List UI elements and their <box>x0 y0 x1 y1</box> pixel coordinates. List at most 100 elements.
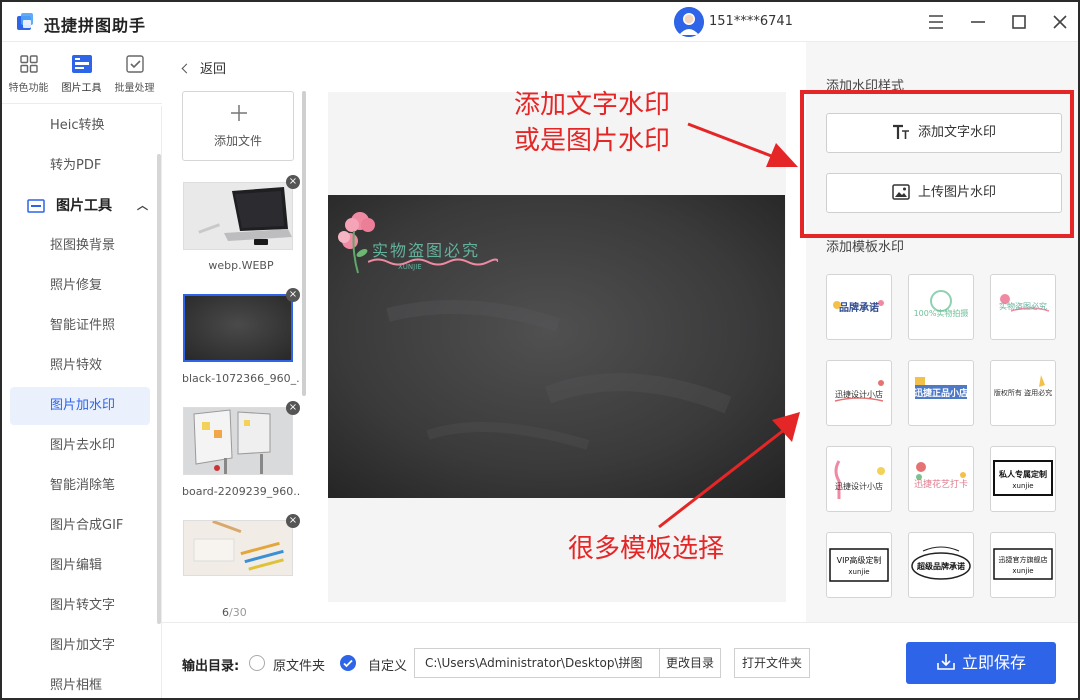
template-1-text: 品牌承诺 <box>839 303 879 314</box>
image-tool-icon <box>71 55 92 73</box>
watermark-template-9[interactable]: 私人专属定制 xunjie <box>990 446 1056 512</box>
sidebar-item-effects[interactable]: 照片特效 <box>10 347 150 385</box>
user-phone[interactable]: 151****6741 <box>709 14 793 29</box>
template-section-title: 添加模板水印 <box>826 240 905 255</box>
sidebar-item-add-text[interactable]: 图片加文字 <box>10 627 150 665</box>
annotation-top-line2: 或是图片水印 <box>514 126 671 156</box>
sidebar-item-edit[interactable]: 图片编辑 <box>10 547 150 585</box>
sidebar-group-label: 图片工具 <box>56 198 112 214</box>
maximize-icon[interactable] <box>1007 10 1031 34</box>
tab-batch[interactable]: 批量处理 <box>108 42 161 104</box>
change-directory-button[interactable]: 更改目录 <box>659 648 721 678</box>
file-thumb-1[interactable] <box>183 182 293 250</box>
watermark-template-8[interactable]: 迅捷花艺打卡 <box>908 446 974 512</box>
title-bar: 迅捷拼图助手 151****6741 <box>2 2 1078 42</box>
sidebar-item-id-photo[interactable]: 智能证件照 <box>10 307 150 345</box>
watermark-template-6[interactable]: 版权所有 盗用必究 <box>990 360 1056 426</box>
sidebar-item-ocr[interactable]: 图片转文字 <box>10 587 150 625</box>
tab-features-label: 特色功能 <box>8 83 49 94</box>
watermark-subtext: XUNJIE <box>398 263 422 271</box>
close-icon[interactable] <box>1048 10 1072 34</box>
style-section-title: 添加水印样式 <box>826 79 905 94</box>
sidebar-item-heic[interactable]: Heic转换 <box>10 107 150 145</box>
remove-file-2-icon[interactable]: × <box>286 288 300 302</box>
watermark-template-12[interactable]: 迅捷官方旗舰店 xunjie <box>990 532 1056 598</box>
add-text-watermark-label: 添加文字水印 <box>917 125 996 140</box>
template-12-text: 迅捷官方旗舰店 <box>998 556 1048 564</box>
blackboard-photo-thumbnail <box>185 296 291 360</box>
upload-image-watermark-button[interactable]: 上传图片水印 <box>826 173 1062 213</box>
template-7-art <box>834 460 885 499</box>
minimize-icon[interactable] <box>966 10 990 34</box>
user-avatar[interactable] <box>674 7 704 37</box>
batch-icon <box>125 55 144 73</box>
save-now-button[interactable]: 立即保存 <box>906 642 1056 684</box>
radio-custom-folder[interactable] <box>340 655 356 671</box>
file-name-2: black-1072366_960_... <box>182 372 300 385</box>
file-thumb-2[interactable] <box>183 294 293 362</box>
watermark-template-4[interactable]: 迅捷设计小店 <box>826 360 892 426</box>
sidebar-item-cutout[interactable]: 抠图换背景 <box>10 227 150 265</box>
app-window: 迅捷拼图助手 151****6741 特色功能 图片工具 批量处理 Heic转换… <box>0 0 1080 700</box>
watermark-template-7[interactable]: 迅捷设计小店 <box>826 446 892 512</box>
file-thumb-4[interactable] <box>183 520 293 576</box>
radio-original-folder[interactable] <box>249 655 265 671</box>
annotation-bottom: 很多模板选择 <box>568 534 725 564</box>
back-link[interactable]: 返回 <box>180 58 226 77</box>
tab-image-tools[interactable]: 图片工具 <box>55 42 108 104</box>
remove-file-3-icon[interactable]: × <box>286 401 300 415</box>
template-12-subtext: xunjie <box>1012 567 1034 575</box>
sidebar-item-repair[interactable]: 照片修复 <box>10 267 150 305</box>
remove-file-1-icon[interactable]: × <box>286 175 300 189</box>
file-name-1: webp.WEBP <box>208 259 274 272</box>
grid-icon <box>19 55 38 73</box>
menu-icon[interactable] <box>924 10 948 34</box>
app-title: 迅捷拼图助手 <box>44 16 147 35</box>
sidebar-item-remove-watermark[interactable]: 图片去水印 <box>10 427 150 465</box>
save-now-label: 立即保存 <box>961 653 1026 672</box>
watermark-template-10[interactable]: VIP高级定制 xunjie <box>826 532 892 598</box>
check-icon <box>343 659 353 668</box>
remove-file-4-icon[interactable]: × <box>286 514 300 528</box>
watermark-template-5[interactable]: 迅捷正品小店 <box>908 360 974 426</box>
template-6-text: 版权所有 盗用必究 <box>993 389 1053 397</box>
file-name-3: board-2209239_960... <box>182 485 300 498</box>
sidebar-item-frame[interactable]: 照片相框 <box>10 667 150 698</box>
file-thumb-3[interactable] <box>183 407 293 475</box>
watermark-template-3[interactable]: 实物盗图必究 <box>990 274 1056 340</box>
watermark-template-2[interactable]: 100%实物拍摄 <box>908 274 974 340</box>
sidebar-item-add-watermark[interactable]: 图片加水印 <box>10 387 150 425</box>
user-avatar-icon <box>674 7 704 37</box>
template-9-text: 私人专属定制 <box>999 470 1047 479</box>
open-folder-button[interactable]: 打开文件夹 <box>734 648 810 678</box>
sidebar-item-gif[interactable]: 图片合成GIF <box>10 507 150 545</box>
template-11-text: 超级品牌承诺 <box>917 562 965 571</box>
laptop-photo-thumbnail <box>184 183 292 249</box>
sidebar-item-pdf[interactable]: 转为PDF <box>10 147 150 185</box>
radio-original-folder-label[interactable]: 原文件夹 <box>273 655 325 674</box>
output-path-input[interactable]: C:\Users\Administrator\Desktop\拼图 <box>414 648 660 678</box>
template-10-text: VIP高级定制 <box>836 556 882 565</box>
app-logo-icon <box>17 13 33 30</box>
sidebar-group-image-tools[interactable]: 图片工具 ︿ <box>10 187 150 225</box>
template-9-subtext: xunjie <box>1012 482 1034 490</box>
watermark-template-11[interactable]: 超级品牌承诺 <box>908 532 974 598</box>
download-icon <box>937 653 955 670</box>
tab-features[interactable]: 特色功能 <box>2 42 55 104</box>
add-text-watermark-button[interactable]: 添加文字水印 <box>826 113 1062 153</box>
sidebar-item-eraser[interactable]: 智能消除笔 <box>10 467 150 505</box>
watermark-overlay[interactable]: 实物盗图必究 XUNJIE <box>332 207 502 277</box>
image-tools-group-icon <box>27 199 45 213</box>
template-5-text: 迅捷正品小店 <box>913 389 968 399</box>
radio-custom-folder-label[interactable]: 自定义 <box>368 655 407 674</box>
back-label: 返回 <box>200 62 227 77</box>
sidebar-scrollbar[interactable] <box>157 154 161 624</box>
watermark-template-1[interactable]: 品牌承诺 <box>826 274 892 340</box>
whiteboard-photo-thumbnail <box>184 408 292 474</box>
output-label: 输出目录: <box>182 659 240 674</box>
files-scrollbar[interactable] <box>302 91 306 396</box>
template-8-text: 迅捷花艺打卡 <box>913 480 968 490</box>
image-icon <box>892 183 910 200</box>
tab-batch-label: 批量处理 <box>114 83 155 94</box>
add-file-button[interactable]: 添加文件 <box>182 91 294 161</box>
